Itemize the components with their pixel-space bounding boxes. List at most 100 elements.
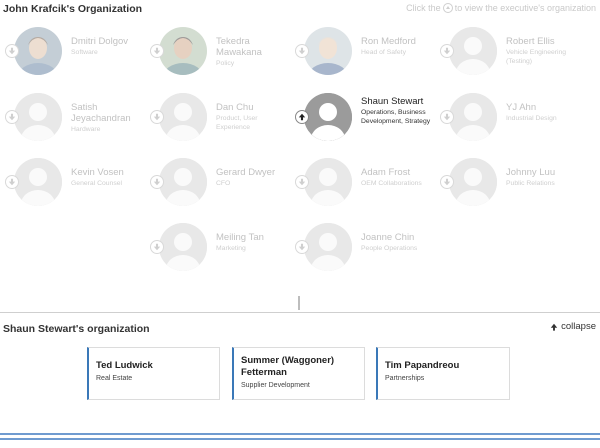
executive-meiling-tan[interactable]: Meiling Tan Marketing xyxy=(145,223,290,279)
expand-org-button[interactable] xyxy=(440,175,454,189)
executive-kevin-vosen[interactable]: Kevin Vosen General Counsel xyxy=(0,158,145,214)
avatar-placeholder-icon xyxy=(304,93,352,141)
executive-name: Tekedra Mawakana Policy xyxy=(216,36,288,68)
executive-name: Meiling Tan Marketing xyxy=(216,232,288,253)
expand-org-button[interactable] xyxy=(440,110,454,124)
down-arrow-icon xyxy=(153,178,161,186)
executive-photo xyxy=(304,27,352,75)
executive-role: CFO xyxy=(216,180,231,187)
executive-name: Dan Chu Product, User Experience xyxy=(216,102,288,132)
expand-org-button[interactable] xyxy=(5,110,19,124)
up-arrow-icon xyxy=(550,323,558,331)
executive-dmitri-dolgov[interactable]: Dmitri Dolgov Software xyxy=(0,27,145,83)
footer-rule xyxy=(0,438,600,440)
executive-name: Ron Medford Head of Safety xyxy=(361,36,433,57)
down-arrow-icon xyxy=(443,178,451,186)
executive-role: Public Relations xyxy=(506,180,555,187)
executive-name: Kevin Vosen General Counsel xyxy=(71,167,143,188)
executive-name-text: Tekedra Mawakana xyxy=(216,36,262,58)
executive-name-text: Joanne Chin xyxy=(361,232,415,243)
collapse-org-button[interactable] xyxy=(295,110,309,124)
expand-org-button[interactable] xyxy=(295,175,309,189)
collapse-label: collapse xyxy=(561,321,596,332)
executive-adam-frost[interactable]: Adam Frost OEM Collaborations xyxy=(290,158,435,214)
executive-role: OEM Collaborations xyxy=(361,180,422,187)
executive-name-text: Satish Jeyachandran xyxy=(71,102,131,124)
executive-name: Dmitri Dolgov Software xyxy=(71,36,143,57)
executive-name-text: Adam Frost xyxy=(361,167,411,178)
expand-org-button[interactable] xyxy=(150,240,164,254)
executive-johnny-luu[interactable]: Johnny Luu Public Relations xyxy=(435,158,580,214)
executive-role: People Operations xyxy=(361,245,418,252)
avatar-placeholder-icon xyxy=(14,93,62,141)
expand-org-button[interactable] xyxy=(295,240,309,254)
collapse-button[interactable]: collapse xyxy=(550,321,596,332)
report-role: Supplier Development xyxy=(241,382,310,389)
executive-role: Head of Safety xyxy=(361,49,406,56)
expand-org-button[interactable] xyxy=(5,44,19,58)
avatar-placeholder-icon xyxy=(449,27,497,75)
executive-grid: Dmitri Dolgov Software Tekedra Mawakana Pol… xyxy=(0,0,600,290)
executive-name-text: Dan Chu xyxy=(216,102,254,113)
avatar-placeholder-icon xyxy=(304,223,352,271)
executive-name: Gerard Dwyer CFO xyxy=(216,167,288,188)
expand-org-button[interactable] xyxy=(150,44,164,58)
down-arrow-icon xyxy=(153,47,161,55)
sub-organization-title: Shaun Stewart's organization xyxy=(3,323,150,335)
executive-name-text: Robert Ellis xyxy=(506,36,555,47)
executive-shaun-stewart[interactable]: Shaun Stewart Operations, Business Develo… xyxy=(290,93,435,149)
executive-name: Adam Frost OEM Collaborations xyxy=(361,167,433,188)
down-arrow-icon xyxy=(298,243,306,251)
executive-joanne-chin[interactable]: Joanne Chin People Operations xyxy=(290,223,435,279)
avatar-placeholder-icon xyxy=(159,93,207,141)
down-arrow-icon xyxy=(8,113,16,121)
avatar-placeholder-icon xyxy=(304,158,352,206)
executive-robert-ellis[interactable]: Robert Ellis Vehicle Engineering (Testing… xyxy=(435,27,580,83)
executive-role: General Counsel xyxy=(71,180,123,187)
expand-org-button[interactable] xyxy=(150,175,164,189)
executive-photo xyxy=(159,27,207,75)
down-arrow-icon xyxy=(298,178,306,186)
expand-org-button[interactable] xyxy=(295,44,309,58)
expand-org-button[interactable] xyxy=(440,44,454,58)
expand-org-button[interactable] xyxy=(150,110,164,124)
executive-gerard-dwyer[interactable]: Gerard Dwyer CFO xyxy=(145,158,290,214)
avatar-placeholder-icon xyxy=(159,158,207,206)
executive-name: YJ Ahn Industrial Design xyxy=(506,102,578,123)
down-arrow-icon xyxy=(298,47,306,55)
section-divider xyxy=(0,312,600,313)
executive-role: Operations, Business Development, Strate… xyxy=(361,109,431,125)
executive-ron-medford[interactable]: Ron Medford Head of Safety xyxy=(290,27,435,83)
executive-name-text: Dmitri Dolgov xyxy=(71,36,129,47)
down-arrow-icon xyxy=(8,178,16,186)
down-arrow-icon xyxy=(443,47,451,55)
executive-name-text: YJ Ahn xyxy=(506,102,537,113)
executive-name-text: Shaun Stewart xyxy=(361,96,424,107)
executive-name-text: Kevin Vosen xyxy=(71,167,124,178)
report-card-ted-ludwick[interactable]: Ted Ludwick Real Estate xyxy=(87,347,220,400)
executive-name: Shaun Stewart Operations, Business Develo… xyxy=(361,96,433,126)
report-role: Real Estate xyxy=(96,375,133,382)
report-card-summer-fetterman[interactable]: Summer (Waggoner) Fetterman Supplier Dev… xyxy=(232,347,365,400)
executive-role: Industrial Design xyxy=(506,115,557,122)
down-arrow-icon xyxy=(153,243,161,251)
executive-role: Hardware xyxy=(71,126,101,133)
executive-role: Policy xyxy=(216,60,235,67)
report-name: Summer (Waggoner) Fetterman xyxy=(241,355,335,378)
expand-org-button[interactable] xyxy=(5,175,19,189)
executive-role: Software xyxy=(71,49,98,56)
avatar-placeholder-icon xyxy=(159,223,207,271)
executive-role: Marketing xyxy=(216,245,246,252)
executive-name-text: Ron Medford xyxy=(361,36,416,47)
executive-name: Satish Jeyachandran Hardware xyxy=(71,102,143,134)
executive-name-text: Meiling Tan xyxy=(216,232,264,243)
executive-role: Vehicle Engineering (Testing) xyxy=(506,49,567,65)
executive-name: Joanne Chin People Operations xyxy=(361,232,433,253)
report-card-tim-papandreou[interactable]: Tim Papandreou Partnerships xyxy=(376,347,510,400)
down-arrow-icon xyxy=(8,47,16,55)
executive-dan-chu[interactable]: Dan Chu Product, User Experience xyxy=(145,93,290,149)
executive-yj-ahn[interactable]: YJ Ahn Industrial Design xyxy=(435,93,580,149)
executive-name: Robert Ellis Vehicle Engineering (Testing… xyxy=(506,36,578,66)
executive-tekedra-mawakana[interactable]: Tekedra Mawakana Policy xyxy=(145,27,290,83)
executive-satish-jeyachandran[interactable]: Satish Jeyachandran Hardware xyxy=(0,93,145,149)
